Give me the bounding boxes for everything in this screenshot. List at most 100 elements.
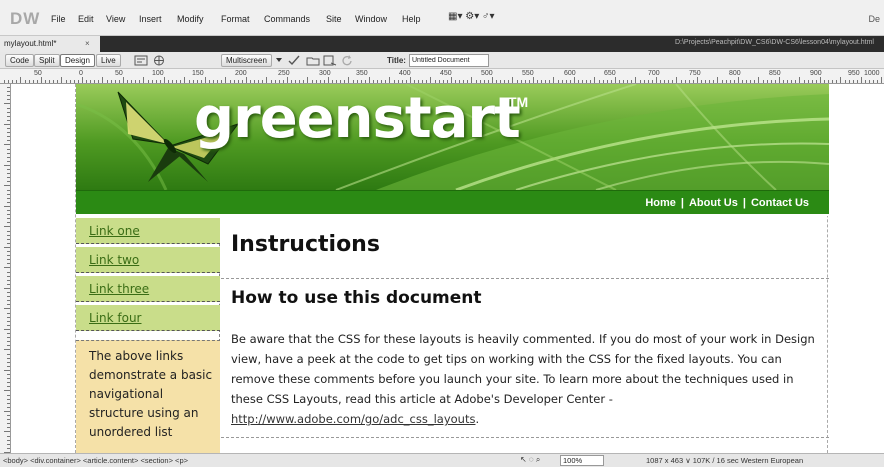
ruler-tick	[418, 80, 420, 83]
ruler-tick	[200, 80, 202, 83]
page-container[interactable]: greenstart TM Home | About Us | Contact Us L…	[75, 84, 829, 453]
menu-commands[interactable]: Commands	[264, 14, 310, 24]
ruler-tick	[4, 164, 10, 166]
ruler-tick	[491, 77, 493, 83]
nav-link-home[interactable]: Home	[645, 197, 676, 209]
menu-insert[interactable]: Insert	[139, 14, 162, 24]
sidebar-link-one[interactable]: Link one	[76, 218, 220, 244]
ruler-tick	[217, 80, 219, 83]
ruler-tick	[553, 77, 555, 83]
ruler-tick	[241, 80, 243, 83]
ruler-tick	[516, 80, 518, 83]
split-view-button[interactable]: Split	[34, 54, 60, 67]
ruler-tick	[192, 80, 194, 83]
ruler-tick	[500, 80, 502, 83]
ruler-tick	[754, 80, 756, 83]
ruler-tick	[795, 80, 797, 83]
ruler-tick	[455, 80, 456, 83]
ruler-tick	[7, 419, 10, 421]
status-tools-icon[interactable]: ↖ ◌ ⌕	[520, 455, 540, 465]
ruler-tick	[7, 136, 10, 138]
ruler-tick	[7, 386, 10, 388]
ruler-tick	[705, 80, 707, 83]
menu-window[interactable]: Window	[355, 14, 387, 24]
preview-icon[interactable]	[323, 55, 337, 68]
menu-modify[interactable]: Modify	[177, 14, 204, 24]
ruler-tick	[20, 77, 22, 83]
browser-preview-icon[interactable]	[152, 55, 166, 68]
article-content[interactable]: Instructions How to use this document Be…	[221, 218, 829, 453]
ruler-tick	[549, 80, 551, 83]
status-bar: <body> <div.container> <article.content>…	[0, 453, 884, 467]
ruler-tick	[7, 439, 10, 441]
workspace-switcher[interactable]: De	[868, 14, 880, 24]
ruler-tick	[7, 251, 10, 252]
ruler-tick	[668, 80, 670, 83]
ruler-tick	[7, 378, 10, 380]
document-tab[interactable]: mylayout.html* ×	[0, 36, 100, 52]
ruler-tick	[151, 80, 153, 83]
ruler-tick	[684, 80, 686, 83]
ruler-tick	[53, 80, 55, 83]
tag-selector[interactable]: <body> <div.container> <article.content>…	[3, 456, 188, 465]
ruler-tick	[463, 80, 465, 83]
design-canvas[interactable]: greenstart TM Home | About Us | Contact Us L…	[11, 84, 884, 453]
ruler-tick	[791, 80, 793, 83]
adobe-link[interactable]: http://www.adobe.com/go/adc_css_layouts	[231, 412, 475, 426]
design-view-button[interactable]: Design	[60, 54, 95, 67]
ruler-tick	[450, 77, 452, 83]
horizontal-ruler[interactable]: 50 0 50 100 150 200 250 300 350 400 450 …	[0, 69, 884, 84]
code-view-button[interactable]: Code	[5, 54, 35, 67]
sidebar-link-two[interactable]: Link two	[76, 247, 220, 273]
zoom-select[interactable]: 100%	[560, 455, 604, 466]
ruler-label: 100	[152, 70, 164, 77]
menu-edit[interactable]: Edit	[78, 14, 94, 24]
menu-format[interactable]: Format	[221, 14, 250, 24]
multiscreen-dropdown-icon[interactable]	[275, 55, 283, 67]
nav-link-about-us[interactable]: About Us	[689, 197, 738, 209]
ruler-tick	[258, 80, 260, 83]
ruler-tick	[504, 80, 506, 83]
menu-view[interactable]: View	[106, 14, 125, 24]
sidebar-link-four[interactable]: Link four	[76, 305, 220, 331]
toolbar-tools-icon[interactable]: ▦▾ ⚙▾ ♂▾	[448, 11, 495, 22]
multiscreen-button[interactable]: Multiscreen	[221, 54, 272, 67]
title-input[interactable]	[409, 54, 489, 67]
ruler-tick	[537, 80, 538, 83]
menu-site[interactable]: Site	[326, 14, 342, 24]
ruler-label: 450	[440, 70, 452, 77]
nav-link-contact-us[interactable]: Contact Us	[751, 197, 809, 209]
ruler-tick	[196, 80, 198, 83]
menu-help[interactable]: Help	[402, 14, 421, 24]
ruler-tick	[45, 80, 46, 83]
refresh-icon[interactable]	[341, 55, 353, 68]
ruler-tick	[7, 361, 10, 363]
menu-file[interactable]: File	[51, 14, 66, 24]
close-icon[interactable]: ×	[85, 39, 90, 48]
ruler-tick	[221, 80, 223, 83]
ruler-tick	[7, 107, 10, 109]
ruler-tick	[528, 80, 530, 83]
ruler-tick	[57, 80, 59, 83]
sidebar-link-three[interactable]: Link three	[76, 276, 220, 302]
validate-icon[interactable]	[288, 55, 302, 68]
ruler-label: 750	[689, 70, 701, 77]
nav-separator: |	[742, 197, 746, 209]
ruler-tick	[7, 312, 10, 314]
inspect-icon[interactable]	[134, 55, 148, 68]
ruler-tick	[434, 80, 436, 83]
ruler-tick	[582, 80, 584, 83]
file-management-icon[interactable]	[306, 55, 320, 68]
window-size-info[interactable]: 1087 x 463 ∨ 107K / 16 sec Western Europ…	[646, 456, 803, 465]
ruler-label: 900	[810, 70, 822, 77]
live-view-button[interactable]: Live	[96, 54, 121, 67]
vertical-ruler[interactable]	[0, 84, 11, 453]
ruler-tick	[7, 447, 10, 449]
ruler-tick	[664, 80, 666, 83]
ruler-tick	[426, 80, 428, 83]
ruler-tick	[459, 80, 461, 83]
ruler-tick	[774, 80, 776, 83]
site-header[interactable]: greenstart TM	[76, 84, 829, 190]
ruler-tick	[7, 406, 10, 408]
ruler-tick	[278, 80, 280, 83]
